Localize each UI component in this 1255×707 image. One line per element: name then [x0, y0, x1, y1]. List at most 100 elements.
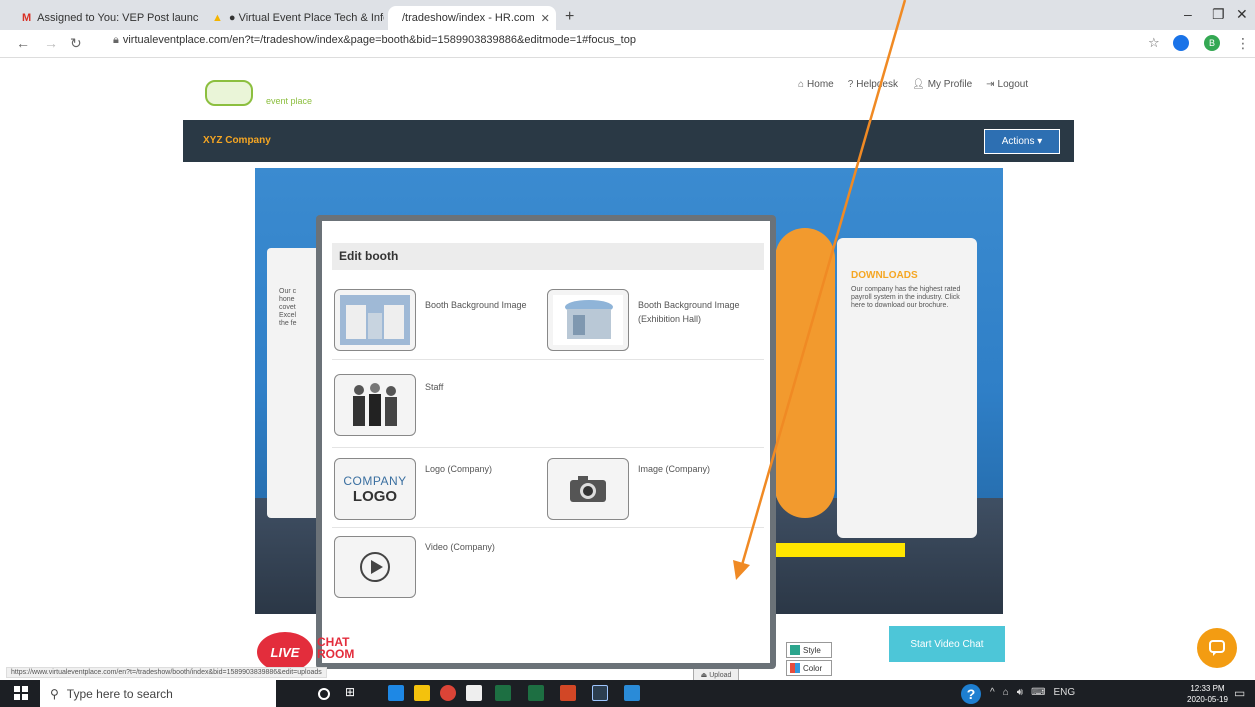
booth-background-hall-label[interactable]: Booth Background Image (Exhibition Hall)	[638, 298, 740, 326]
site-logo[interactable]: event place	[205, 78, 325, 114]
logo-tile-text-bottom: LOGO	[352, 488, 398, 505]
video-label[interactable]: Video (Company)	[425, 540, 495, 554]
booth-pillar	[775, 228, 835, 518]
play-icon	[360, 552, 390, 582]
start-video-chat-button[interactable]: Start Video Chat	[889, 626, 1005, 662]
excel-icon-2[interactable]	[528, 685, 544, 701]
reload-icon[interactable]: ↻	[70, 35, 82, 52]
minimize-button[interactable]: –	[1184, 6, 1192, 22]
tab-title: ● Virtual Event Place Tech & Info	[228, 12, 384, 24]
excel-icon[interactable]	[495, 685, 511, 701]
actions-dropdown[interactable]: Actions ▾	[984, 129, 1060, 154]
search-placeholder: Type here to search	[66, 686, 173, 701]
downloads-panel[interactable]: DOWNLOADS Our company has the highest ra…	[837, 238, 977, 538]
row-video: Video (Company)	[332, 528, 764, 606]
booth-counter-stripe	[755, 543, 905, 557]
upload-icon: ⏏	[700, 672, 710, 679]
maximize-button[interactable]: ❐	[1212, 6, 1225, 23]
edit-booth-modal: Edit booth Booth Background Image Booth …	[316, 215, 776, 669]
lightroom-icon[interactable]	[592, 685, 608, 701]
company-header: XYZ Company Actions ▾	[183, 120, 1074, 162]
page: event place ⌂ Home ? Helpdesk 👤︎ My Profile…	[0, 58, 1255, 682]
logo-tile-text-top: COMPANY	[343, 474, 407, 488]
network-icon[interactable]: ⌂	[1003, 687, 1009, 698]
bookmark-star-icon[interactable]: ☆	[1148, 35, 1160, 51]
image-label[interactable]: Image (Company)	[638, 462, 710, 476]
windows-start-icon[interactable]	[14, 686, 28, 700]
task-view-icon[interactable]: ⊞	[345, 685, 361, 701]
apps-icon: ▲	[212, 12, 223, 24]
keyboard-icon[interactable]: ⌨	[1031, 687, 1045, 698]
row-backgrounds: Booth Background Image Booth Background …	[332, 272, 764, 360]
style-button[interactable]: Style	[786, 642, 832, 658]
top-nav: ⌂ Home ? Helpdesk 👤︎ My Profile ⇥ Logout	[798, 79, 1028, 90]
language-indicator[interactable]: ENG	[1054, 687, 1076, 698]
booth-thumbnail-icon	[340, 295, 410, 345]
modal-body: Edit booth Booth Background Image Booth …	[322, 221, 770, 663]
logo-tile[interactable]: COMPANY LOGO	[334, 458, 416, 520]
close-window-button[interactable]: ✕	[1236, 6, 1248, 23]
nav-label: Home	[807, 79, 834, 90]
modal-title: Edit booth	[332, 243, 764, 270]
notifications-icon[interactable]: ▭	[1234, 686, 1245, 700]
edge-icon[interactable]	[388, 685, 404, 701]
clock[interactable]: 12:33 PM 2020-05-19	[1187, 683, 1228, 705]
mail-icon[interactable]	[624, 685, 640, 701]
taskbar-search[interactable]: ⚲ Type here to search	[40, 680, 276, 707]
image-tile[interactable]	[547, 458, 629, 520]
staff-tile[interactable]	[334, 374, 416, 436]
close-icon[interactable]: ✕	[541, 12, 550, 25]
forward-icon[interactable]: →	[44, 35, 58, 51]
menu-dots-icon[interactable]: ⋮	[1236, 35, 1250, 52]
browser-tab-bar: M Assigned to You: VEP Post launc ✕ ▲ ● …	[0, 0, 1255, 30]
left-panel-text: Our c hone covet Excel the fe	[279, 288, 297, 327]
booth-background-label[interactable]: Booth Background Image	[425, 298, 527, 312]
powerpoint-icon[interactable]	[560, 685, 576, 701]
tab-virtual-event[interactable]: ▲ ● Virtual Event Place Tech & Info ✕	[204, 6, 384, 30]
exhibition-hall-icon	[553, 295, 623, 345]
back-icon[interactable]: ←	[16, 35, 30, 51]
profile-avatar[interactable]: B	[1204, 35, 1220, 51]
browser-toolbar: ← → ↻ 🔒︎ virtualeventplace.com/en?t=/trad…	[0, 30, 1255, 58]
staff-label[interactable]: Staff	[425, 380, 443, 394]
booth-background-hall-tile[interactable]	[547, 289, 629, 351]
nav-label: Helpdesk	[856, 79, 898, 90]
nav-my-profile[interactable]: 👤︎ My Profile	[912, 79, 972, 90]
cortana-icon[interactable]	[318, 688, 330, 700]
logo-label[interactable]: Logo (Company)	[425, 462, 492, 476]
nav-label: My Profile	[927, 79, 973, 90]
file-explorer-icon[interactable]	[414, 685, 430, 701]
style-icon	[790, 645, 800, 655]
logo-text: event place	[266, 96, 313, 106]
logo-mark	[205, 80, 253, 106]
chevron-up-icon[interactable]: ^	[990, 687, 995, 698]
booth-background-tile[interactable]	[334, 289, 416, 351]
row-company-media: COMPANY LOGO Logo (Company) Image (Compa…	[332, 448, 764, 528]
status-bar-url: https://www.virtualeventplace.com/en?t=/…	[6, 667, 327, 678]
volume-icon[interactable]: 🔊︎	[1017, 687, 1023, 698]
downloads-text: Our company has the highest rated payrol…	[851, 286, 961, 309]
color-button[interactable]: Color	[786, 660, 832, 676]
tab-hrcom[interactable]: /tradeshow/index - HR.com ✕	[388, 6, 556, 30]
lock-icon: 🔒︎	[113, 34, 119, 46]
gmail-icon: M	[22, 12, 32, 24]
video-tile[interactable]	[334, 536, 416, 598]
address-bar[interactable]: 🔒︎ virtualeventplace.com/en?t=/tradeshow/…	[113, 34, 636, 47]
tab-title: Assigned to You: VEP Post launc	[37, 12, 199, 24]
palette-icon	[790, 663, 800, 673]
tab-gmail[interactable]: M Assigned to You: VEP Post launc ✕	[14, 6, 199, 30]
nav-helpdesk[interactable]: ? Helpdesk	[848, 79, 898, 90]
system-tray: ^ ⌂ 🔊︎ ⌨ ENG	[990, 687, 1075, 698]
nav-home[interactable]: ⌂ Home	[798, 79, 834, 90]
chrome-icon[interactable]	[440, 685, 456, 701]
chat-widget-button[interactable]	[1197, 628, 1237, 668]
chat-room-label: CHAT ROOM	[317, 635, 355, 661]
style-label: Style	[803, 645, 821, 655]
camera-icon	[570, 476, 606, 502]
store-icon[interactable]	[466, 685, 482, 701]
help-circle-icon[interactable]: ?	[961, 684, 981, 704]
company-name: XYZ Company	[203, 135, 271, 146]
extension-icon[interactable]	[1173, 35, 1189, 51]
nav-logout[interactable]: ⇥ Logout	[986, 79, 1028, 90]
new-tab-button[interactable]: +	[565, 8, 574, 26]
